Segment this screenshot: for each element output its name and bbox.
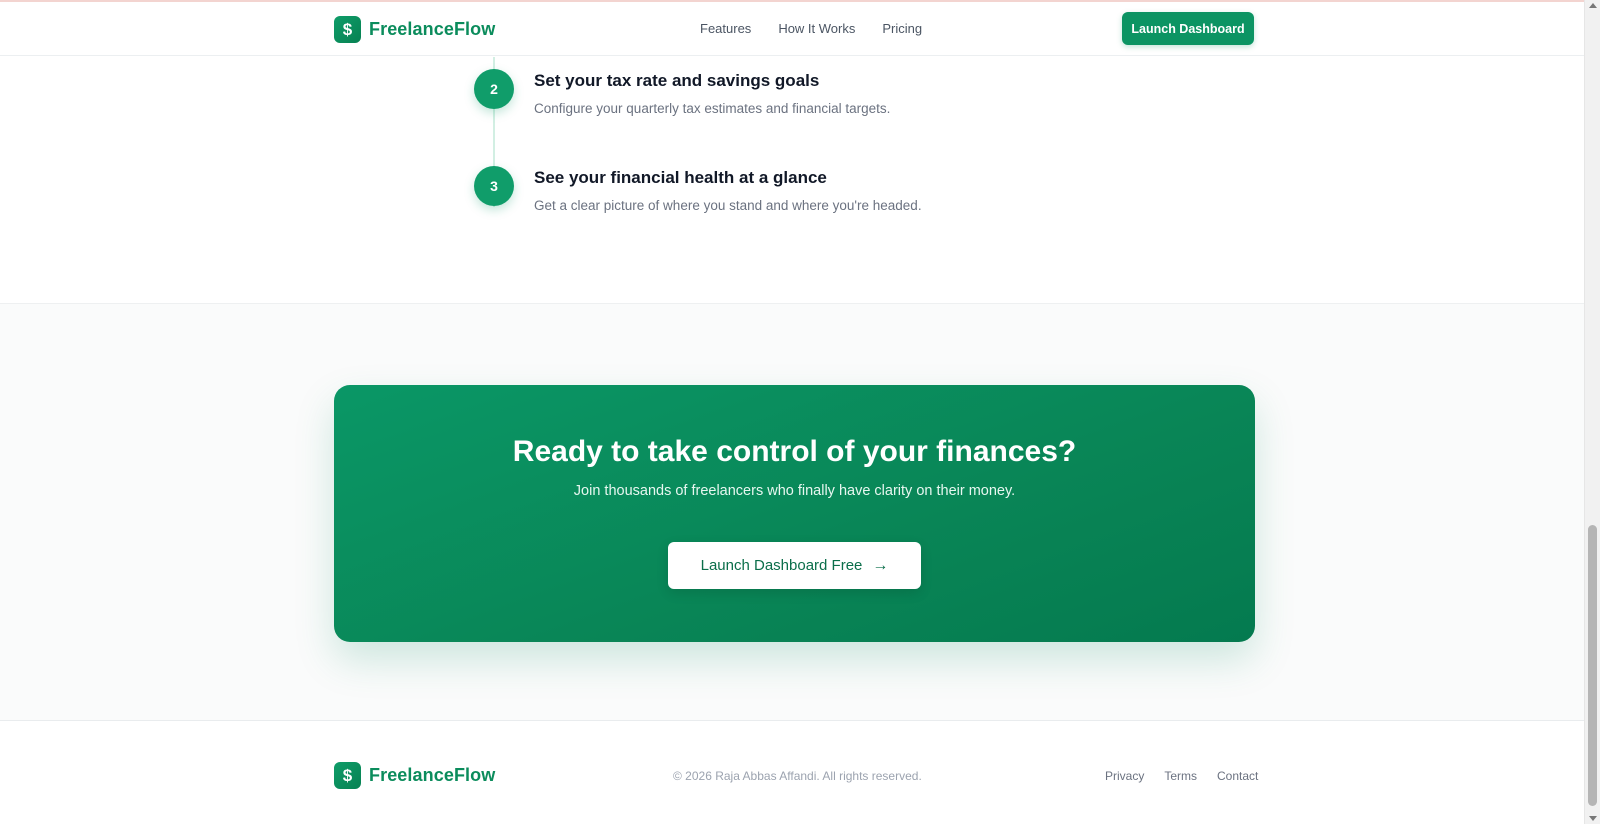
launch-dashboard-free-button[interactable]: Launch Dashboard Free → xyxy=(668,542,921,589)
cta-section: Ready to take control of your finances? … xyxy=(0,303,1584,721)
nav-link-pricing[interactable]: Pricing xyxy=(882,21,922,36)
step-description: Configure your quarterly tax estimates a… xyxy=(534,101,891,116)
footer-logo[interactable]: $ FreelanceFlow xyxy=(334,762,495,789)
site-footer: $ FreelanceFlow © 2026 Raja Abbas Affand… xyxy=(0,721,1584,824)
page: $ FreelanceFlow Features How It Works Pr… xyxy=(0,0,1600,824)
scroll-down-arrow-icon[interactable] xyxy=(1589,816,1597,821)
step-number-badge: 2 xyxy=(474,69,514,109)
footer-link-contact[interactable]: Contact xyxy=(1217,769,1258,783)
step-item: 3 See your financial health at a glance … xyxy=(474,166,922,213)
arrow-right-icon: → xyxy=(872,556,889,574)
step-text: Set your tax rate and savings goals Conf… xyxy=(534,69,890,116)
cta-button-label: Launch Dashboard Free xyxy=(700,557,863,574)
launch-dashboard-button[interactable]: Launch Dashboard xyxy=(1122,12,1254,45)
footer-link-terms[interactable]: Terms xyxy=(1164,769,1197,783)
step-item: 2 Set your tax rate and savings goals Co… xyxy=(474,69,890,116)
cta-card: Ready to take control of your finances? … xyxy=(334,385,1255,642)
cta-title: Ready to take control of your finances? xyxy=(512,435,1077,468)
nav-link-features[interactable]: Features xyxy=(700,21,751,36)
step-number-badge: 3 xyxy=(474,166,514,206)
brand-name: FreelanceFlow xyxy=(369,19,496,39)
main-nav: Features How It Works Pricing xyxy=(700,21,922,36)
scroll-up-arrow-icon[interactable] xyxy=(1589,3,1597,8)
copyright-text: © 2026 Raja Abbas Affandi. All rights re… xyxy=(673,769,922,783)
step-title: Set your tax rate and savings goals xyxy=(534,71,820,90)
cta-subtitle: Join thousands of freelancers who finall… xyxy=(573,483,1016,499)
scrollbar-thumb[interactable] xyxy=(1588,525,1597,806)
how-it-works-steps: 2 Set your tax rate and savings goals Co… xyxy=(0,57,1584,303)
footer-links: Privacy Terms Contact xyxy=(1105,769,1258,783)
dollar-icon: $ xyxy=(334,762,361,789)
site-header: $ FreelanceFlow Features How It Works Pr… xyxy=(0,2,1584,56)
step-text: See your financial health at a glance Ge… xyxy=(534,166,922,213)
dollar-icon: $ xyxy=(334,16,361,43)
step-title: See your financial health at a glance xyxy=(534,168,827,187)
header-logo[interactable]: $ FreelanceFlow xyxy=(334,16,495,43)
brand-name: FreelanceFlow xyxy=(369,765,496,785)
nav-link-how-it-works[interactable]: How It Works xyxy=(778,21,855,36)
step-description: Get a clear picture of where you stand a… xyxy=(534,198,922,213)
footer-link-privacy[interactable]: Privacy xyxy=(1105,769,1144,783)
page-scrollbar[interactable] xyxy=(1584,0,1600,824)
